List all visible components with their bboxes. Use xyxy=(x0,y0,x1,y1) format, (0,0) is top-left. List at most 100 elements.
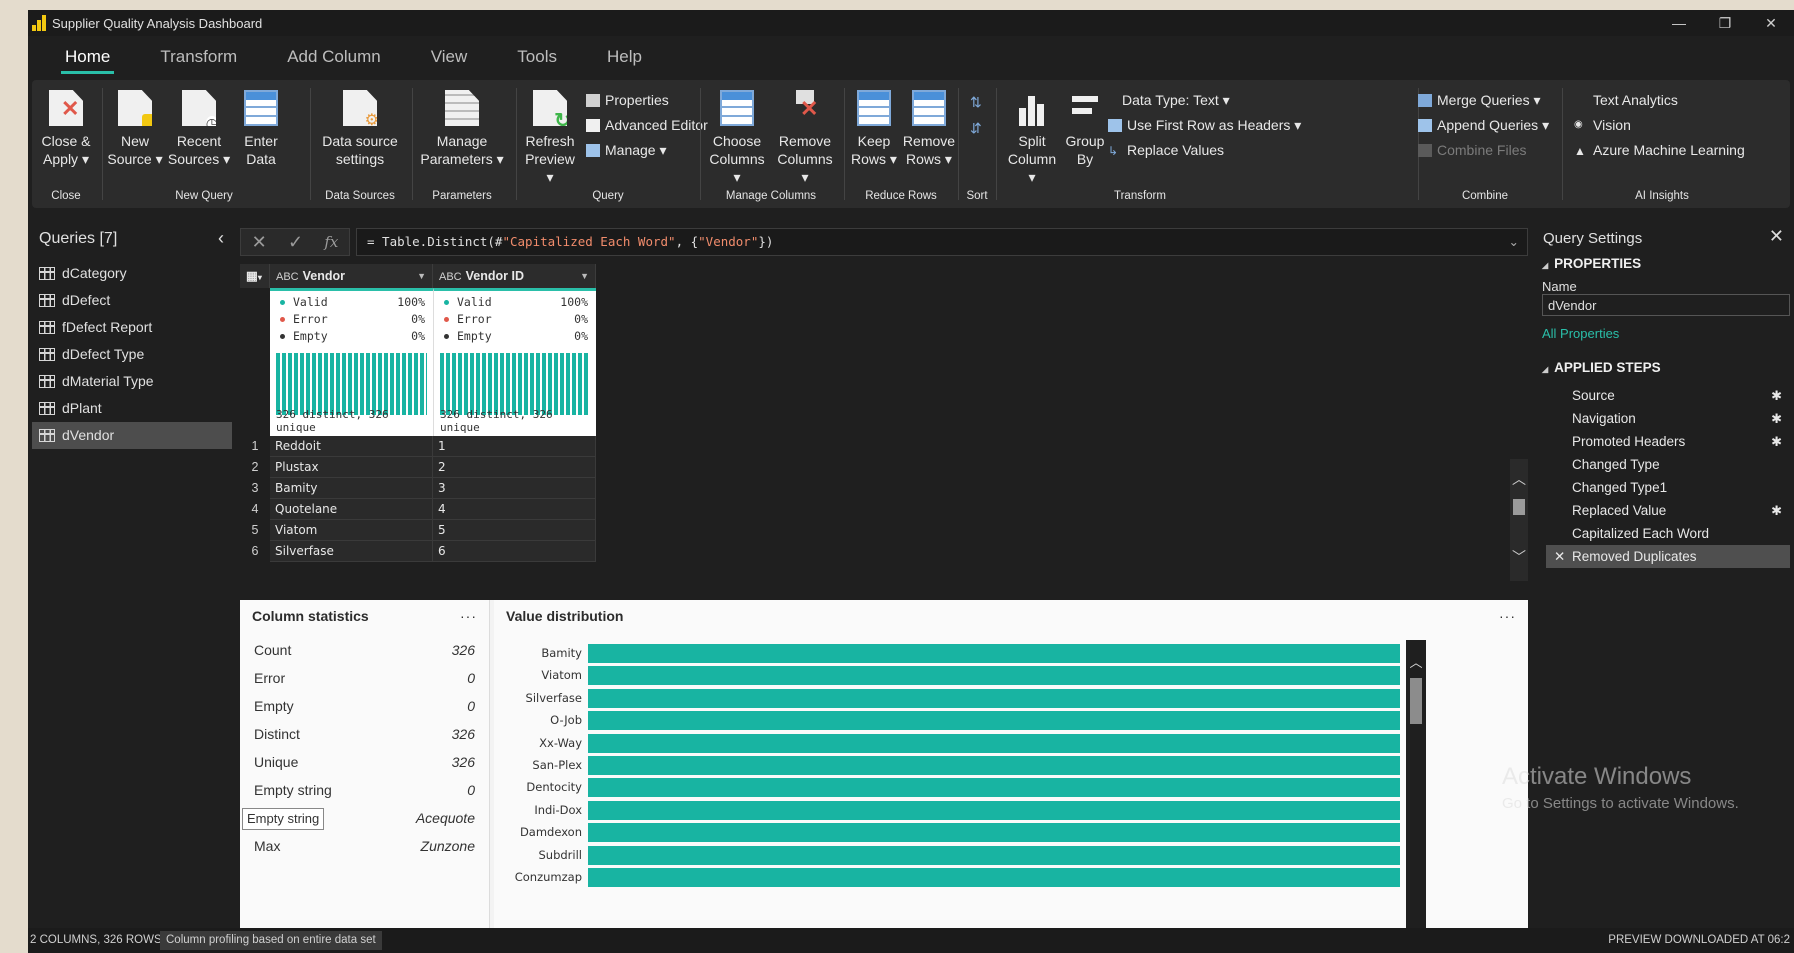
table-cell[interactable]: Viatom xyxy=(270,520,433,541)
filter-dropdown-icon[interactable]: ▼ xyxy=(417,264,426,288)
table-cell[interactable]: Reddoit xyxy=(270,436,433,457)
row-number[interactable]: 3 xyxy=(240,478,270,499)
distribution-bar[interactable] xyxy=(588,688,1400,708)
filter-dropdown-icon[interactable]: ▼ xyxy=(580,264,589,288)
choose-columns-button[interactable]: Choose Columns ▾ xyxy=(704,90,770,186)
merge-queries-button[interactable]: Merge Queries ▾ xyxy=(1418,92,1541,109)
query-item-fdefect-report[interactable]: fDefect Report xyxy=(32,314,232,341)
grid-vertical-scrollbar[interactable]: ︿ ﹀ xyxy=(1510,459,1528,581)
distribution-bar[interactable] xyxy=(588,733,1400,753)
fx-icon[interactable]: fx xyxy=(324,233,338,251)
first-row-headers-button[interactable]: Use First Row as Headers ▾ xyxy=(1108,117,1301,134)
group-by-button[interactable]: Group By xyxy=(1062,90,1108,168)
text-analytics-button[interactable]: Text Analytics xyxy=(1574,92,1678,108)
row-number[interactable]: 4 xyxy=(240,499,270,520)
replace-values-button[interactable]: ↳ Replace Values xyxy=(1108,142,1224,158)
refresh-preview-button[interactable]: Refresh Preview ▾ xyxy=(520,90,580,186)
step-capitalized-each-word[interactable]: Capitalized Each Word xyxy=(1546,522,1790,545)
table-cell[interactable]: Silverfase xyxy=(270,541,433,562)
table-cell[interactable]: 4 xyxy=(433,499,596,520)
distribution-bar[interactable] xyxy=(588,800,1400,820)
step-replaced-value[interactable]: Replaced Value ✱ xyxy=(1546,499,1790,522)
table-cell[interactable]: 1 xyxy=(433,436,596,457)
distribution-bar[interactable] xyxy=(588,778,1400,798)
scroll-up-icon[interactable]: ︿ xyxy=(1406,652,1426,671)
distribution-bar[interactable] xyxy=(588,868,1400,887)
more-options-icon[interactable]: ··· xyxy=(460,600,477,632)
minimize-button[interactable]: — xyxy=(1656,10,1702,36)
text-type-icon[interactable]: ABC xyxy=(439,271,462,283)
delete-step-icon[interactable]: ✕ xyxy=(1554,545,1565,568)
table-cell[interactable]: Bamity xyxy=(270,478,433,499)
tab-add-column[interactable]: Add Column xyxy=(281,43,387,71)
step-changed-type1[interactable]: Changed Type1 xyxy=(1546,476,1790,499)
remove-columns-button[interactable]: Remove Columns ▾ xyxy=(772,90,838,186)
step-navigation[interactable]: Navigation ✱ xyxy=(1546,407,1790,430)
query-item-ddefect[interactable]: dDefect xyxy=(32,287,232,314)
profiling-scope-toggle[interactable]: Column profiling based on entire data se… xyxy=(160,931,382,950)
scroll-thumb[interactable] xyxy=(1410,678,1422,724)
vision-button[interactable]: ◉ Vision xyxy=(1574,117,1631,133)
azure-ml-button[interactable]: ▲ Azure Machine Learning xyxy=(1574,142,1745,158)
row-number[interactable]: 5 xyxy=(240,520,270,541)
distribution-scrollbar[interactable]: ︿ xyxy=(1406,640,1426,930)
gear-icon[interactable]: ✱ xyxy=(1771,407,1782,430)
commit-formula-icon[interactable]: ✓ xyxy=(288,232,303,253)
table-cell[interactable]: 2 xyxy=(433,457,596,478)
tab-view[interactable]: View xyxy=(425,43,474,71)
sort-descending-button[interactable]: ⇵ xyxy=(970,120,982,137)
row-number[interactable]: 6 xyxy=(240,541,270,562)
row-number[interactable]: 2 xyxy=(240,457,270,478)
restore-button[interactable]: ❐ xyxy=(1702,10,1748,36)
data-source-settings-button[interactable]: Data source settings xyxy=(314,90,406,168)
column-distribution-bars[interactable] xyxy=(276,353,427,415)
query-item-dmaterial-type[interactable]: dMaterial Type xyxy=(32,368,232,395)
query-name-input[interactable] xyxy=(1542,294,1790,316)
text-type-icon[interactable]: ABC xyxy=(276,271,299,283)
step-removed-duplicates[interactable]: ✕ Removed Duplicates xyxy=(1546,545,1790,568)
data-type-dropdown[interactable]: Data Type: Text ▾ xyxy=(1122,92,1230,109)
table-cell[interactable]: Plustax xyxy=(270,457,433,478)
column-distribution-bars[interactable] xyxy=(440,353,590,415)
collapse-queries-icon[interactable]: ‹ xyxy=(218,228,224,249)
manage-parameters-button[interactable]: Manage Parameters ▾ xyxy=(416,90,508,168)
query-item-dvendor[interactable]: dVendor xyxy=(32,422,232,449)
tab-home[interactable]: Home xyxy=(59,43,116,74)
table-cell[interactable]: 6 xyxy=(433,541,596,562)
distribution-bar[interactable] xyxy=(588,756,1400,775)
new-source-button[interactable]: New Source ▾ xyxy=(106,90,164,168)
remove-rows-button[interactable]: Remove Rows ▾ xyxy=(902,90,956,168)
applied-steps-section-header[interactable]: APPLIED STEPS xyxy=(1532,360,1661,375)
sort-ascending-button[interactable]: ⇅ xyxy=(970,94,982,111)
close-window-button[interactable]: ✕ xyxy=(1748,10,1794,36)
recent-sources-button[interactable]: Recent Sources ▾ xyxy=(166,90,232,168)
table-cell[interactable]: 5 xyxy=(433,520,596,541)
distribution-bar[interactable] xyxy=(588,711,1400,731)
table-cell[interactable]: 3 xyxy=(433,478,596,499)
table-menu-button[interactable]: ▦▾ xyxy=(240,264,270,288)
tab-tools[interactable]: Tools xyxy=(511,43,563,71)
gear-icon[interactable]: ✱ xyxy=(1771,384,1782,407)
column-header-vendor[interactable]: ABC Vendor ▼ xyxy=(270,264,433,288)
more-options-icon[interactable]: ··· xyxy=(1499,600,1516,632)
advanced-editor-button[interactable]: Advanced Editor xyxy=(586,117,708,133)
keep-rows-button[interactable]: Keep Rows ▾ xyxy=(848,90,900,168)
all-properties-link[interactable]: All Properties xyxy=(1542,326,1619,341)
scroll-down-icon[interactable]: ﹀ xyxy=(1510,547,1528,567)
enter-data-button[interactable]: Enter Data xyxy=(236,90,286,168)
close-settings-icon[interactable]: ✕ xyxy=(1769,226,1784,247)
step-changed-type[interactable]: Changed Type xyxy=(1546,453,1790,476)
formula-input[interactable]: = Table.Distinct(#"Capitalized Each Word… xyxy=(356,228,1528,256)
manage-button[interactable]: Manage ▾ xyxy=(586,142,667,159)
query-item-dcategory[interactable]: dCategory xyxy=(32,260,232,287)
row-number[interactable]: 1 xyxy=(240,436,270,457)
split-column-button[interactable]: Split Column ▾ xyxy=(1004,90,1060,186)
gear-icon[interactable]: ✱ xyxy=(1771,430,1782,453)
query-item-ddefect-type[interactable]: dDefect Type xyxy=(32,341,232,368)
combine-files-button[interactable]: Combine Files xyxy=(1418,142,1526,158)
properties-section-header[interactable]: PROPERTIES xyxy=(1532,256,1641,271)
distribution-bar[interactable] xyxy=(588,845,1400,865)
distribution-bar[interactable] xyxy=(588,644,1400,663)
step-promoted-headers[interactable]: Promoted Headers ✱ xyxy=(1546,430,1790,453)
cancel-formula-icon[interactable]: ✕ xyxy=(252,232,267,253)
